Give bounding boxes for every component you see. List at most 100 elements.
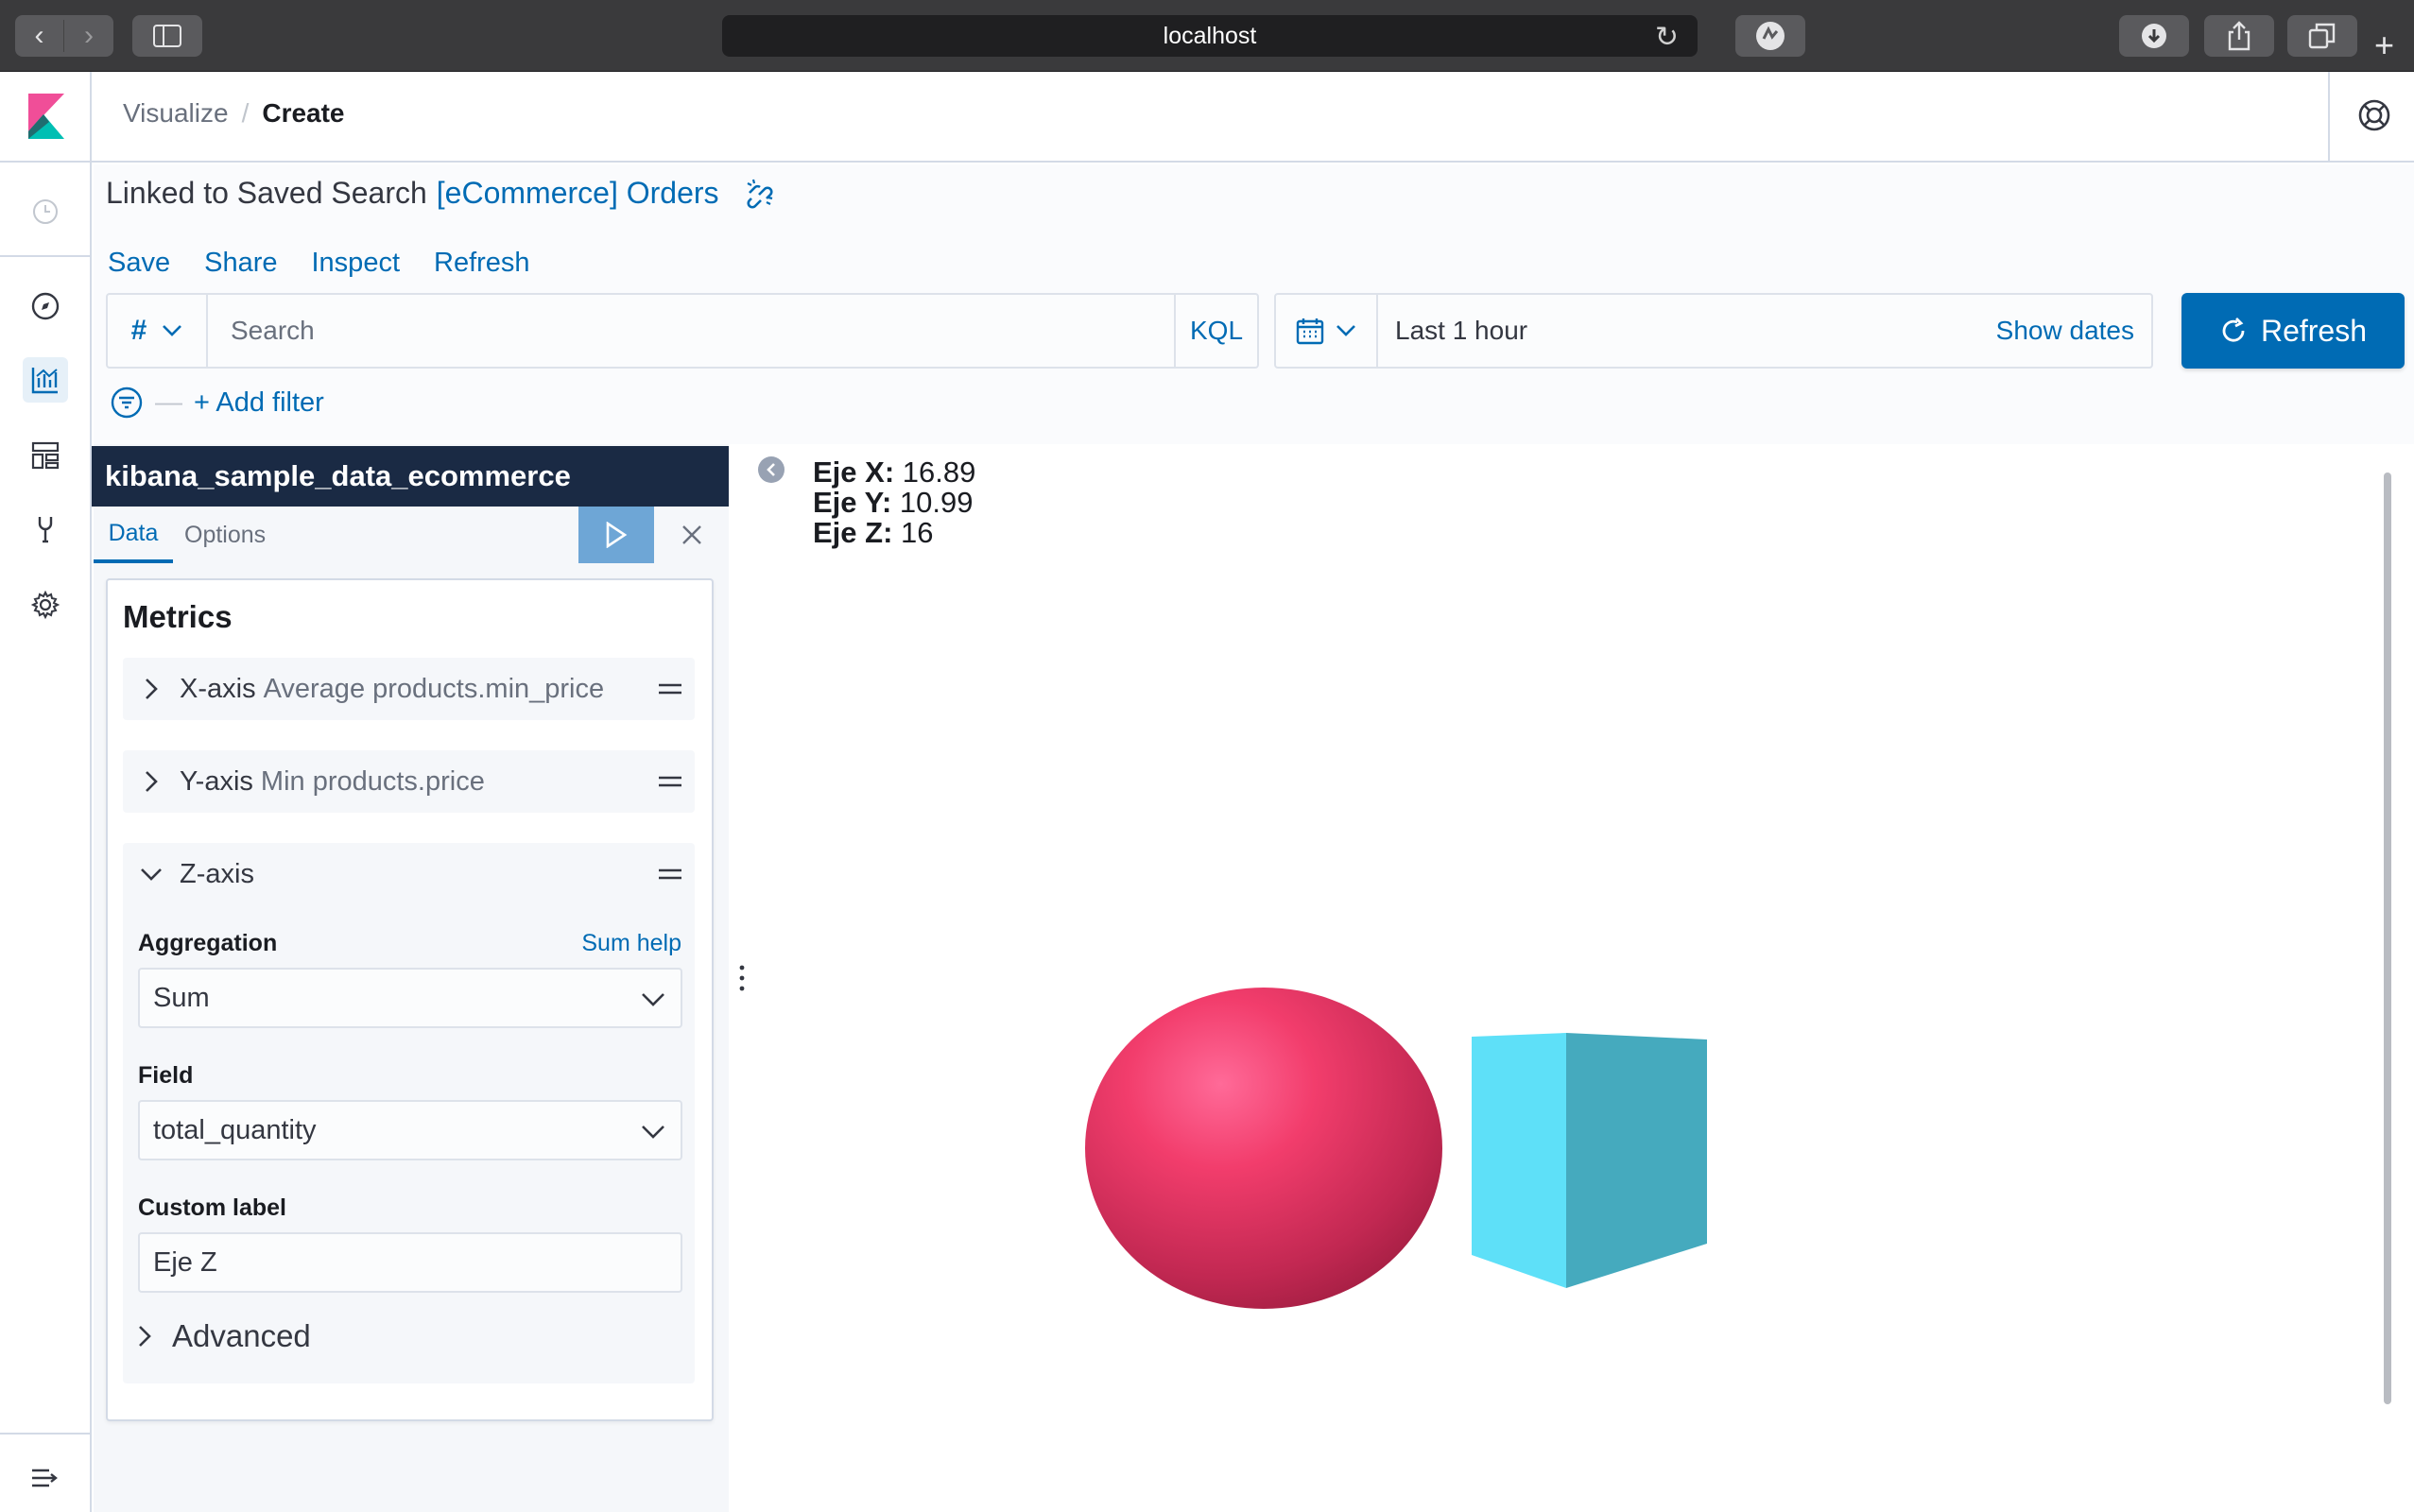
search-input[interactable] xyxy=(208,295,1174,367)
query-language-menu-button[interactable]: # xyxy=(108,295,208,367)
tab-data[interactable]: Data xyxy=(94,507,173,563)
filter-options-icon[interactable] xyxy=(110,386,144,420)
custom-label-label: Custom label xyxy=(138,1194,286,1221)
linked-prefix: Linked to Saved Search xyxy=(106,176,427,210)
top-nav-menu: Save Share Inspect Refresh xyxy=(108,248,530,279)
back-icon[interactable]: ‹ xyxy=(15,20,64,52)
filter-bar: — + Add filter xyxy=(110,386,324,420)
refresh-button[interactable]: Refresh xyxy=(2181,293,2405,369)
forward-icon[interactable]: › xyxy=(64,20,113,52)
sidebar-toggle-button[interactable] xyxy=(132,15,202,57)
agg-description: Average products.min_price xyxy=(263,673,605,704)
show-dates-button[interactable]: Show dates xyxy=(1996,316,2151,346)
kibana-logo-icon xyxy=(27,94,64,139)
kql-toggle[interactable]: KQL xyxy=(1174,295,1257,367)
back-forward-buttons[interactable]: ‹ › xyxy=(15,15,113,57)
reload-icon[interactable]: ↻ xyxy=(1655,21,1679,54)
index-pattern-title: kibana_sample_data_ecommerce xyxy=(92,446,729,507)
chevron-right-icon[interactable] xyxy=(145,678,158,700)
unlink-icon[interactable] xyxy=(744,178,776,210)
chevron-left-icon xyxy=(767,463,775,476)
nav-discover[interactable] xyxy=(23,284,68,329)
share-button[interactable] xyxy=(2204,15,2274,57)
sphere-shape[interactable] xyxy=(1085,988,1442,1309)
time-range-label[interactable]: Last 1 hour xyxy=(1378,316,1996,346)
nav-management[interactable] xyxy=(23,582,68,627)
resize-handle-icon[interactable] xyxy=(737,964,747,992)
aggregation-label: Aggregation xyxy=(138,930,278,956)
visualization-area[interactable] xyxy=(798,446,2414,1512)
address-bar[interactable]: localhost ↻ xyxy=(722,15,1698,57)
hash-icon: # xyxy=(130,315,147,346)
visualize-icon xyxy=(31,368,58,394)
gear-icon xyxy=(30,590,60,620)
nav-collapse-button[interactable] xyxy=(23,1455,68,1501)
custom-label-input[interactable]: Eje Z xyxy=(138,1232,682,1293)
agg-name: Y-axis xyxy=(180,765,253,797)
calendar-icon xyxy=(1296,318,1324,345)
nav-rail xyxy=(0,72,92,1512)
readout-y: Eje Y: 10.99 xyxy=(813,488,975,518)
aggregation-value: Sum xyxy=(153,982,210,1013)
chevron-right-icon[interactable] xyxy=(145,770,158,793)
custom-label-value: Eje Z xyxy=(153,1246,217,1278)
wrench-icon xyxy=(38,517,53,543)
agg-z-axis-header[interactable]: Z-axis xyxy=(123,843,695,905)
downloads-button[interactable] xyxy=(2119,15,2189,57)
coordinates-readout: Eje X: 16.89 Eje Y: 10.99 Eje Z: 16 xyxy=(813,457,975,548)
nav-recent[interactable] xyxy=(23,189,68,234)
linked-search-link[interactable]: [eCommerce] Orders xyxy=(437,176,719,211)
readout-x-label: Eje X: xyxy=(813,455,895,489)
inspect-link[interactable]: Inspect xyxy=(312,248,401,279)
extension-button[interactable] xyxy=(1735,15,1805,57)
drag-handle-icon[interactable] xyxy=(659,868,681,881)
drag-handle-icon[interactable] xyxy=(659,775,681,788)
advanced-toggle[interactable]: Advanced xyxy=(138,1318,311,1354)
kibana-logo[interactable] xyxy=(0,72,92,163)
share-link[interactable]: Share xyxy=(204,248,277,279)
menu-collapse-icon xyxy=(32,1469,58,1487)
extension-icon xyxy=(1756,22,1785,50)
save-link[interactable]: Save xyxy=(108,248,170,279)
refresh-link[interactable]: Refresh xyxy=(434,248,530,279)
quick-menu-button[interactable] xyxy=(1276,295,1378,367)
new-tab-icon[interactable]: + xyxy=(2374,28,2394,62)
tab-options[interactable]: Options xyxy=(184,507,266,563)
field-select[interactable]: total_quantity xyxy=(138,1100,682,1160)
tabs-overview-button[interactable] xyxy=(2287,15,2357,57)
agg-y-axis[interactable]: Y-axis Min products.price xyxy=(123,750,695,813)
collapse-sidebar-button[interactable] xyxy=(758,456,785,483)
nav-dashboard[interactable] xyxy=(23,433,68,478)
agg-name: Z-axis xyxy=(180,858,254,889)
refresh-icon xyxy=(2222,318,2245,342)
cube-shape[interactable] xyxy=(1472,1033,1707,1288)
aggregation-select[interactable]: Sum xyxy=(138,968,682,1028)
breadcrumb-visualize[interactable]: Visualize xyxy=(123,98,229,129)
field-label: Field xyxy=(138,1062,194,1089)
agg-description: Min products.price xyxy=(260,765,485,797)
nav-dev-tools[interactable] xyxy=(23,507,68,552)
metrics-title: Metrics xyxy=(123,599,233,634)
readout-z-value: 16 xyxy=(901,516,934,549)
agg-x-axis[interactable]: X-axis Average products.min_price xyxy=(123,658,695,720)
breadcrumb: Visualize / Create xyxy=(123,98,345,129)
nav-visualize[interactable] xyxy=(23,357,68,403)
linked-search-title: Linked to Saved Search [eCommerce] Order… xyxy=(106,176,776,211)
apply-changes-button[interactable] xyxy=(578,507,654,563)
chevron-down-icon[interactable] xyxy=(140,868,163,881)
sum-help-link[interactable]: Sum help xyxy=(581,930,681,957)
filter-divider: — xyxy=(155,387,182,418)
add-filter-button[interactable]: + Add filter xyxy=(194,387,324,419)
readout-x: Eje X: 16.89 xyxy=(813,457,975,488)
tabs-icon xyxy=(2308,23,2336,49)
drag-handle-icon[interactable] xyxy=(659,682,681,696)
three-d-scene[interactable] xyxy=(798,446,2414,1512)
refresh-button-label: Refresh xyxy=(2260,313,2368,348)
chevron-right-icon xyxy=(139,1326,151,1347)
sidebar-icon xyxy=(153,25,181,47)
vertical-scrollbar[interactable] xyxy=(2384,472,2391,1404)
help-button[interactable] xyxy=(2357,98,2391,137)
discard-changes-button[interactable] xyxy=(667,507,716,563)
header-divider xyxy=(2328,72,2330,163)
compass-icon xyxy=(31,292,60,320)
